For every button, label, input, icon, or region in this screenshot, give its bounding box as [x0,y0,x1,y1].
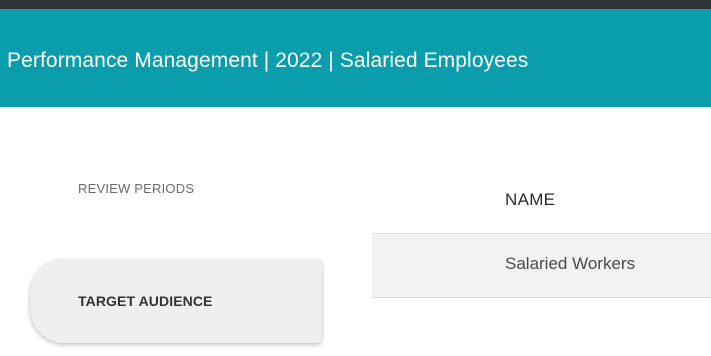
app-page: Performance Management | 2022 | Salaried… [0,0,711,356]
page-header: Performance Management | 2022 | Salaried… [0,9,711,107]
window-top-strip [0,0,711,9]
page-title: Performance Management | 2022 | Salaried… [7,49,529,72]
table-row[interactable]: Salaried Workers [372,233,711,298]
audience-table: NAME Salaried Workers [372,172,711,300]
column-header-name[interactable]: NAME [505,190,555,210]
sidebar-item-review-periods[interactable]: REVIEW PERIODS [78,181,194,196]
sidebar-item-target-audience[interactable]: TARGET AUDIENCE [30,259,322,343]
sidebar-item-label: TARGET AUDIENCE [78,293,213,309]
table-cell-name: Salaried Workers [505,254,636,273]
